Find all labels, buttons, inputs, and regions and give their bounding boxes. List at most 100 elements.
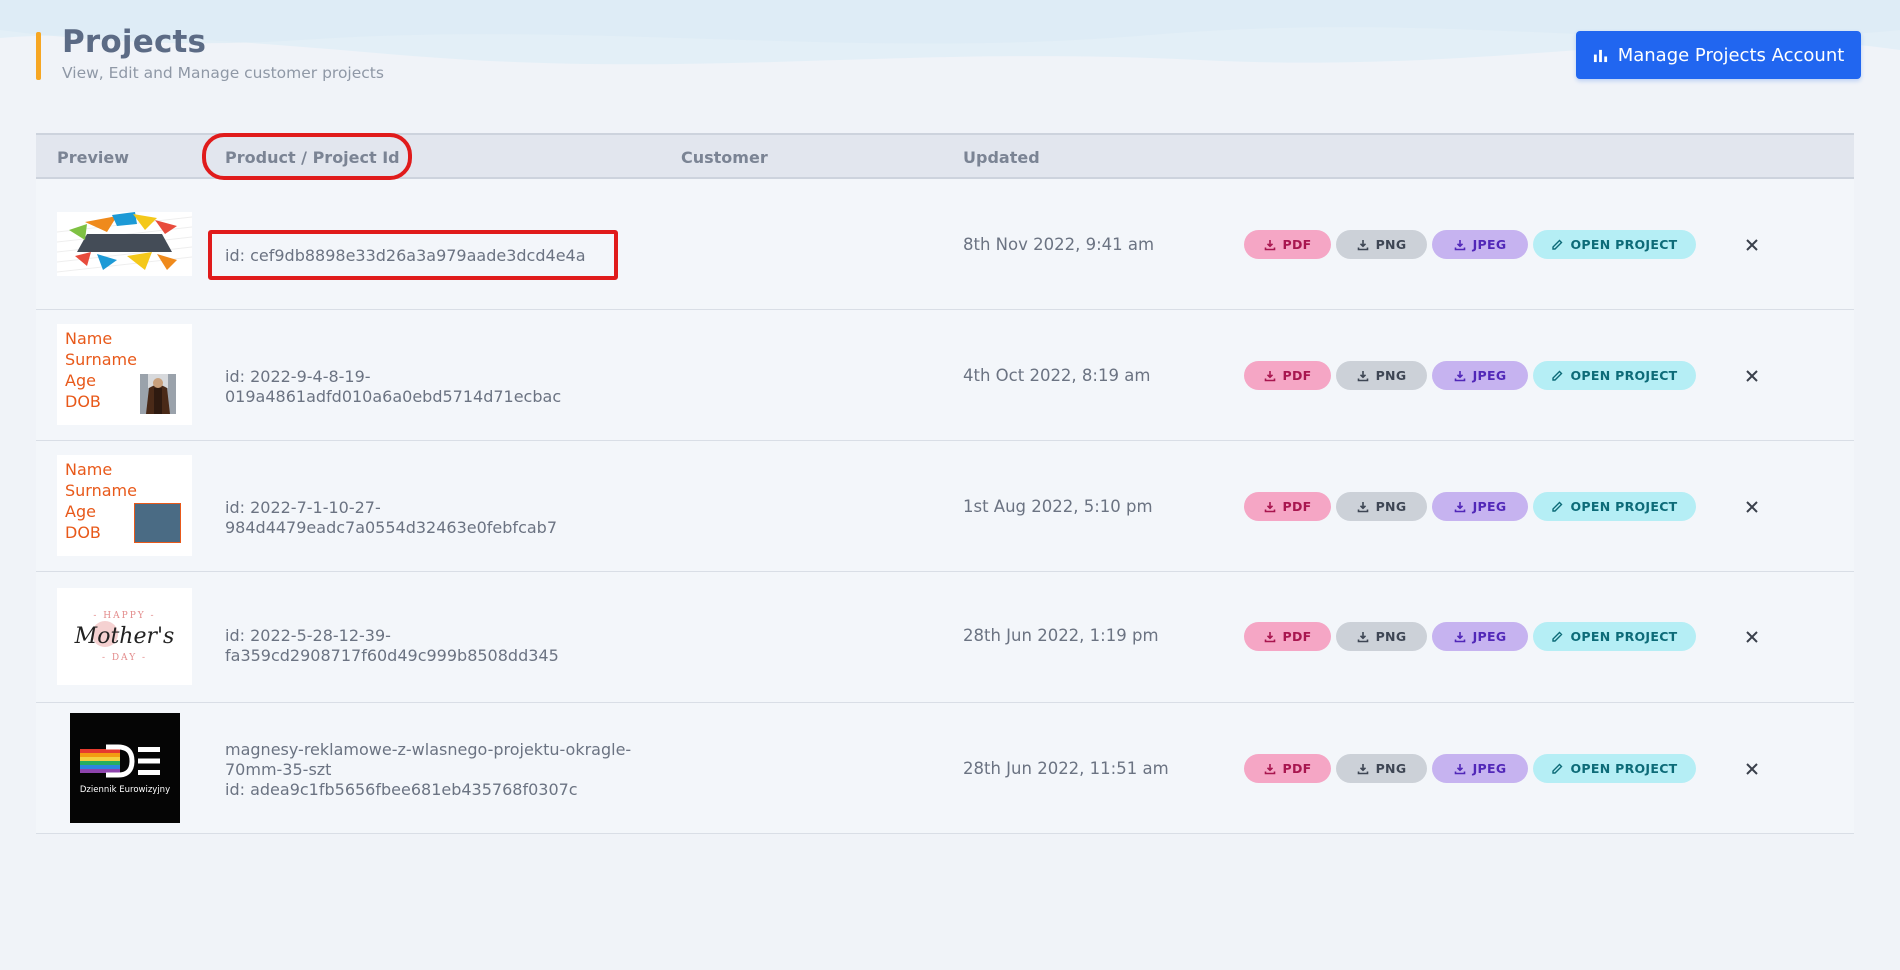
preview-mothers-day-card[interactable]: - HAPPY - Mother's - DAY - [57, 588, 192, 685]
download-png-button[interactable]: PNG [1336, 230, 1427, 259]
delete-project-icon[interactable] [1742, 366, 1762, 386]
pencil-icon [1552, 631, 1563, 642]
download-pdf-button[interactable]: PDF [1244, 230, 1331, 259]
preview-name-card-photo[interactable]: Name Surname Age DOB [57, 324, 192, 425]
pencil-icon [1552, 239, 1563, 250]
banner-thumbnail-image [57, 212, 192, 276]
download-icon [1357, 239, 1368, 250]
project-id-line: 70mm-35-szt [225, 760, 332, 779]
person-photo [140, 374, 176, 414]
logo-image: Dziennik Eurowizyjny DE [70, 713, 180, 823]
preview-name-card-box[interactable]: Name Surname Age DOB [57, 455, 192, 556]
project-id-text: id: cef9db8898e33d26a3a979aade3dcd4e4a [225, 246, 586, 266]
card-line-happy: - HAPPY - [93, 611, 155, 621]
delete-project-icon[interactable] [1742, 759, 1762, 779]
table-row: Dziennik Eurowizyjny DE magnesy-reklamow… [36, 703, 1854, 834]
project-id-line: fa359cd2908717f60d49c999b8508dd345 [225, 646, 559, 665]
manage-projects-account-button[interactable]: Manage Projects Account [1576, 31, 1861, 79]
open-project-button[interactable]: OPEN PROJECT [1533, 492, 1696, 521]
title-accent-bar [36, 32, 41, 80]
download-icon [1264, 501, 1275, 512]
pdf-label: PDF [1282, 761, 1312, 776]
updated-date: 4th Oct 2022, 8:19 am [963, 366, 1151, 385]
column-header-updated: Updated [963, 148, 1040, 167]
download-pdf-button[interactable]: PDF [1244, 492, 1331, 521]
open-project-button[interactable]: OPEN PROJECT [1533, 622, 1696, 651]
preview-colorful-banner[interactable] [57, 212, 192, 276]
open-project-label: OPEN PROJECT [1570, 368, 1678, 383]
png-label: PNG [1375, 761, 1407, 776]
jpeg-label: JPEG [1472, 629, 1507, 644]
row-actions: PDF PNG JPEG OPEN PROJECT [1244, 230, 1696, 259]
jpeg-label: JPEG [1472, 761, 1507, 776]
project-id-line: magnesy-reklamowe-z-wlasnego-projektu-ok… [225, 740, 632, 759]
column-header-product-id: Product / Project Id [225, 148, 400, 167]
download-icon [1264, 370, 1275, 381]
project-id-text: id: 2022-7-1-10-27- 984d4479eadc7a0554d3… [225, 498, 557, 538]
card-line: Age [65, 502, 96, 521]
download-pdf-button[interactable]: PDF [1244, 622, 1331, 651]
png-label: PNG [1375, 629, 1407, 644]
download-png-button[interactable]: PNG [1336, 754, 1427, 783]
table-header: Preview Product / Project Id Customer Up… [36, 133, 1854, 179]
download-jpeg-button[interactable]: JPEG [1432, 754, 1528, 783]
download-icon [1454, 631, 1465, 642]
preview-dziennik-eurowizyjny-logo[interactable]: Dziennik Eurowizyjny DE [57, 713, 192, 823]
pencil-icon [1552, 370, 1563, 381]
pdf-label: PDF [1282, 237, 1312, 252]
jpeg-label: JPEG [1472, 237, 1507, 252]
jpeg-label: JPEG [1472, 499, 1507, 514]
pdf-label: PDF [1282, 499, 1312, 514]
card-line: Name [65, 460, 113, 479]
download-jpeg-button[interactable]: JPEG [1432, 492, 1528, 521]
delete-project-icon[interactable] [1742, 235, 1762, 255]
page-header: Projects View, Edit and Manage customer … [0, 0, 1900, 110]
pdf-label: PDF [1282, 629, 1312, 644]
download-png-button[interactable]: PNG [1336, 361, 1427, 390]
download-pdf-button[interactable]: PDF [1244, 754, 1331, 783]
download-png-button[interactable]: PNG [1336, 492, 1427, 521]
open-project-button[interactable]: OPEN PROJECT [1533, 754, 1696, 783]
download-png-button[interactable]: PNG [1336, 622, 1427, 651]
column-header-customer: Customer [681, 148, 768, 167]
row-actions: PDF PNG JPEG OPEN PROJECT [1244, 492, 1696, 521]
png-label: PNG [1375, 237, 1407, 252]
download-pdf-button[interactable]: PDF [1244, 361, 1331, 390]
open-project-button[interactable]: OPEN PROJECT [1533, 361, 1696, 390]
logo-caption: Dziennik Eurowizyjny [80, 785, 170, 795]
manage-button-label: Manage Projects Account [1617, 44, 1845, 66]
download-jpeg-button[interactable]: JPEG [1432, 622, 1528, 651]
project-id-line: id: 2022-5-28-12-39- [225, 626, 391, 645]
name-card-text: Name Surname Age DOB [65, 459, 137, 543]
download-icon [1454, 763, 1465, 774]
project-id-line: id: 2022-7-1-10-27- [225, 498, 381, 517]
row-actions: PDF PNG JPEG OPEN PROJECT [1244, 361, 1696, 390]
download-icon [1264, 631, 1275, 642]
delete-project-icon[interactable] [1742, 497, 1762, 517]
updated-date: 8th Nov 2022, 9:41 am [963, 235, 1155, 254]
open-project-button[interactable]: OPEN PROJECT [1533, 230, 1696, 259]
open-project-label: OPEN PROJECT [1570, 629, 1678, 644]
page-title: Projects [62, 24, 207, 60]
pencil-icon [1552, 501, 1563, 512]
download-icon [1357, 501, 1368, 512]
name-card-text: Name Surname Age DOB [65, 328, 137, 412]
download-jpeg-button[interactable]: JPEG [1432, 230, 1528, 259]
project-id-line: id: cef9db8898e33d26a3a979aade3dcd4e4a [225, 246, 586, 265]
project-id-line: 984d4479eadc7a0554d32463e0febfcab7 [225, 518, 557, 537]
project-id-text: magnesy-reklamowe-z-wlasnego-projektu-ok… [225, 740, 631, 800]
open-project-label: OPEN PROJECT [1570, 499, 1678, 514]
pdf-label: PDF [1282, 368, 1312, 383]
projects-table: Preview Product / Project Id Customer Up… [36, 133, 1854, 834]
download-icon [1264, 239, 1275, 250]
mothers-day-card-image: - HAPPY - Mother's - DAY - [57, 588, 192, 685]
photo-placeholder-box [134, 503, 181, 543]
delete-project-icon[interactable] [1742, 627, 1762, 647]
de-logo-graphic: Dziennik Eurowizyjny DE [70, 713, 180, 823]
card-line: Surname [65, 481, 137, 500]
project-id-line: id: adea9c1fb5656fbee681eb435768f0307c [225, 780, 578, 799]
card-line: Name [65, 329, 113, 348]
download-jpeg-button[interactable]: JPEG [1432, 361, 1528, 390]
project-id-text: id: 2022-5-28-12-39- fa359cd2908717f60d4… [225, 626, 559, 666]
page-subtitle: View, Edit and Manage customer projects [62, 64, 384, 82]
